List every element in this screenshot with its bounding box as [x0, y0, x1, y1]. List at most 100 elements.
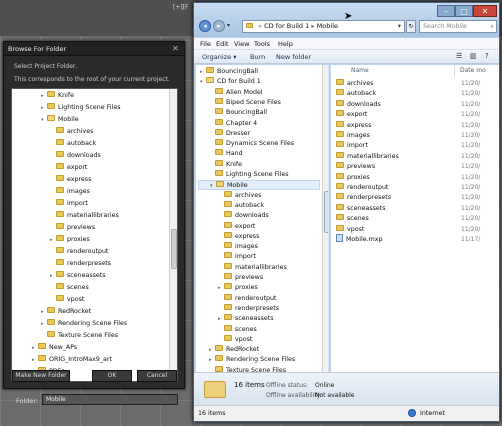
nav-item[interactable]: ▾ Mobile: [198, 180, 320, 191]
scrollbar-thumb[interactable]: [324, 191, 328, 233]
menu-file[interactable]: File: [200, 40, 211, 48]
file-row[interactable]: previews: [336, 162, 375, 172]
column-separator[interactable]: [454, 65, 455, 77]
burn-button[interactable]: Burn: [250, 53, 265, 61]
new-folder-button[interactable]: New folder: [276, 53, 311, 61]
scrollbar-thumb[interactable]: [171, 229, 177, 269]
nav-item[interactable]: export: [218, 221, 255, 232]
recent-pages-icon[interactable]: ▾: [227, 22, 230, 29]
tree-item[interactable]: ▸ sceneassets: [50, 271, 106, 281]
back-icon[interactable]: ◂: [199, 20, 211, 32]
cancel-button[interactable]: Cancel: [137, 370, 177, 382]
tree-item[interactable]: materiallibraries: [50, 211, 119, 221]
file-row[interactable]: renderpresets: [336, 193, 391, 203]
tree-item[interactable]: ▸ Rendering Scene Files: [41, 319, 127, 329]
tree-item[interactable]: downloads: [50, 151, 101, 161]
tree-item[interactable]: vpost: [50, 295, 84, 305]
file-row[interactable]: autoback: [336, 89, 376, 99]
file-row[interactable]: proxies: [336, 172, 370, 183]
nav-item[interactable]: ▸ BouncingBall: [200, 67, 258, 77]
file-row[interactable]: import: [336, 141, 368, 151]
nav-item[interactable]: renderoutput: [218, 293, 276, 304]
tree-item[interactable]: renderpresets: [50, 259, 111, 269]
nav-item[interactable]: Knife: [209, 159, 242, 170]
menu-view[interactable]: View: [234, 40, 249, 48]
minimize-button[interactable]: –: [437, 5, 455, 17]
close-window-button[interactable]: ✕: [473, 5, 497, 17]
refresh-icon[interactable]: ↻: [406, 20, 416, 33]
file-row[interactable]: materiallibraries: [336, 151, 399, 162]
organize-button[interactable]: Organize ▾: [202, 53, 236, 61]
nav-item[interactable]: ▸ Rendering Scene Files: [209, 355, 295, 365]
help-icon[interactable]: ?: [485, 52, 489, 60]
column-date[interactable]: Date mo: [460, 67, 486, 74]
tree-item[interactable]: express: [50, 175, 91, 185]
tree-item[interactable]: ▸ ORIG_IntroMax9_art: [32, 355, 112, 365]
nav-item[interactable]: express: [218, 231, 259, 242]
tree-item[interactable]: export: [50, 163, 87, 173]
navigation-pane[interactable]: ▸ BouncingBall ▾ CD for Build 1 Alien Model B…: [196, 65, 329, 372]
nav-item[interactable]: downloads: [218, 211, 269, 221]
make-new-folder-button[interactable]: Make New Folder: [12, 370, 70, 382]
tree-item[interactable]: Texture Scene Files: [41, 331, 118, 341]
nav-item[interactable]: Hand: [209, 149, 243, 159]
nav-item[interactable]: Biped Scene Files: [209, 97, 281, 108]
forward-icon[interactable]: ▸: [213, 20, 225, 32]
nav-item[interactable]: ▸ proxies: [218, 283, 258, 293]
nav-item[interactable]: autoback: [218, 200, 264, 211]
nav-item[interactable]: ▸ sceneassets: [218, 314, 274, 324]
nav-item[interactable]: ▾ CD for Build 1: [200, 77, 261, 87]
nav-item[interactable]: images: [218, 242, 258, 252]
breadcrumb-cd-for-build-1[interactable]: CD for Build 1: [264, 22, 309, 30]
tree-scrollbar[interactable]: [169, 89, 177, 381]
nav-item[interactable]: ▸ RedRocket: [209, 345, 259, 355]
tree-item[interactable]: archives: [50, 127, 93, 137]
preview-pane-icon[interactable]: ▥: [470, 52, 477, 60]
nav-item[interactable]: BouncingBall: [209, 108, 267, 118]
folder-tree-list[interactable]: ▸ Knife ▸ Lighting Scene Files ▾ Mobile archiv…: [11, 88, 178, 382]
file-list[interactable]: Name Date mo archives 11/20/autoback 11/20…: [331, 65, 499, 372]
file-row[interactable]: export: [336, 110, 367, 120]
file-row[interactable]: Mobile.mxp: [336, 234, 383, 245]
view-options-icon[interactable]: ☰: [456, 52, 462, 60]
nav-item[interactable]: Chapter 4: [209, 118, 257, 129]
folder-input[interactable]: Mobile: [42, 394, 178, 405]
tree-item[interactable]: autoback: [50, 139, 96, 149]
tree-item[interactable]: images: [50, 187, 90, 197]
nav-item[interactable]: renderpresets: [218, 303, 279, 314]
nav-item[interactable]: archives: [218, 190, 261, 201]
search-icon[interactable]: ⌕: [491, 21, 494, 32]
menu-tools[interactable]: Tools: [254, 40, 270, 48]
tree-item[interactable]: ▾ Mobile: [41, 115, 79, 125]
tree-item[interactable]: ▸ proxies: [50, 235, 90, 245]
tree-item[interactable]: ▸ New_APs: [32, 343, 77, 353]
tree-item[interactable]: import: [50, 199, 88, 209]
menu-help[interactable]: Help: [278, 40, 293, 48]
nav-item[interactable]: Dresser: [209, 128, 250, 139]
dialog-titlebar[interactable]: Browse For Folder ✕: [4, 42, 184, 56]
breadcrumb-mobile[interactable]: Mobile: [317, 22, 338, 30]
nav-item[interactable]: Lighting Scene Files: [209, 170, 288, 180]
tree-item[interactable]: ▸ RedRocket: [41, 307, 91, 317]
nav-item[interactable]: import: [218, 252, 256, 262]
file-row[interactable]: downloads: [336, 99, 381, 110]
menu-edit[interactable]: Edit: [216, 40, 229, 48]
tree-item[interactable]: ▸ Lighting Scene Files: [41, 103, 120, 113]
nav-item[interactable]: Dynamics Scene Files: [209, 139, 294, 149]
file-row[interactable]: express: [336, 120, 371, 131]
tree-item[interactable]: previews: [50, 223, 95, 233]
file-row[interactable]: renderoutput: [336, 183, 388, 193]
file-row[interactable]: scenes: [336, 214, 369, 224]
maximize-button[interactable]: □: [455, 5, 473, 17]
search-input[interactable]: Search Mobile ⌕: [419, 20, 497, 33]
file-row[interactable]: archives: [336, 79, 373, 89]
tree-item[interactable]: renderoutput: [50, 247, 108, 257]
file-row[interactable]: sceneassets: [336, 203, 386, 214]
tree-item[interactable]: ▸ Knife: [41, 91, 74, 101]
file-row[interactable]: images: [336, 131, 370, 141]
nav-item[interactable]: Alien Model: [209, 87, 263, 98]
address-dropdown-icon[interactable]: ▾: [398, 21, 401, 32]
close-icon[interactable]: ✕: [170, 43, 181, 54]
nav-item[interactable]: scenes: [218, 324, 257, 335]
address-bar[interactable]: « CD for Build 1 ▸ Mobile ▾: [242, 20, 405, 33]
